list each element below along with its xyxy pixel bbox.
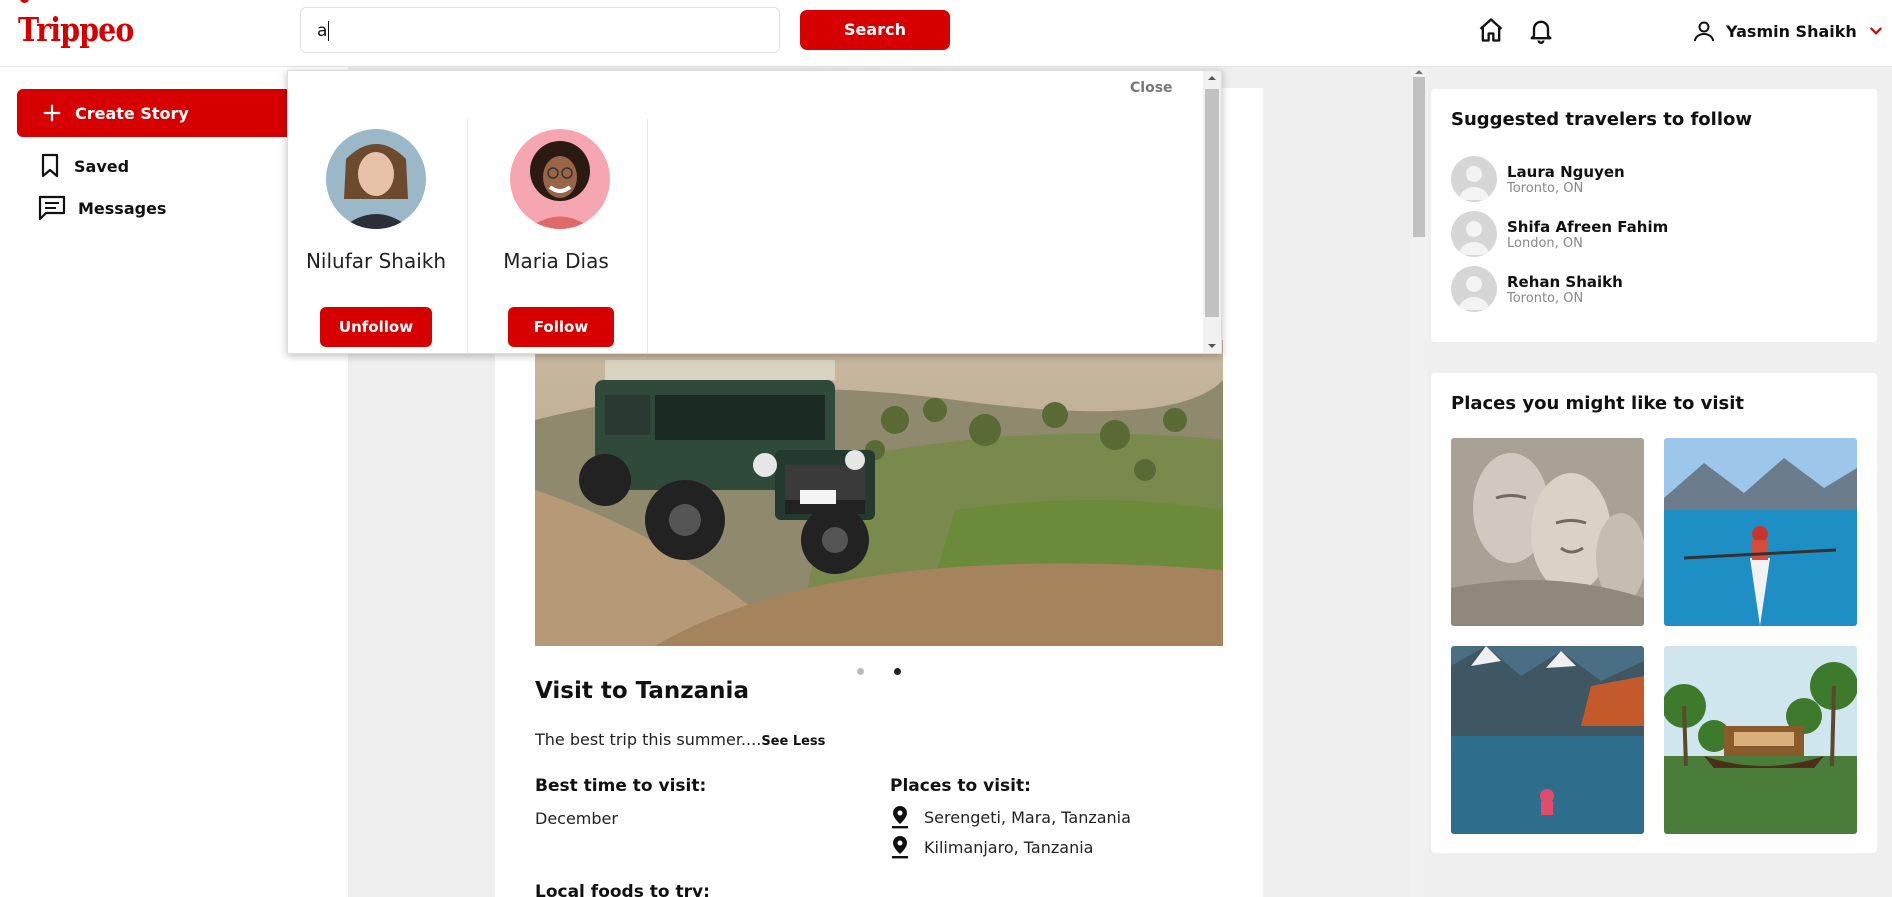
maria-avatar-image xyxy=(510,129,610,229)
post-photo-safari-jeep[interactable] xyxy=(535,340,1223,646)
post-description: The best trip this summer....See Less xyxy=(535,730,825,749)
places-to-visit-label: Places to visit: xyxy=(890,776,1031,796)
results-scrollbar-thumb[interactable] xyxy=(1205,89,1219,317)
result-person-name[interactable]: Maria Dias xyxy=(468,249,644,273)
place-photo-houseboat[interactable] xyxy=(1664,646,1857,834)
lake-kayak-image xyxy=(1664,438,1857,626)
default-avatar-icon xyxy=(1459,276,1489,310)
search-results-dropdown: Close Nilufar Shaikh Unfollow Maria Dias… xyxy=(287,70,1222,354)
default-avatar-icon xyxy=(1459,166,1489,200)
home-icon[interactable] xyxy=(1477,16,1505,44)
user-icon xyxy=(1694,21,1714,42)
traveler-location: Toronto, ON xyxy=(1507,290,1584,306)
avatar-placeholder xyxy=(1451,156,1497,202)
avatar[interactable] xyxy=(510,129,610,229)
traveler-location: Toronto, ON xyxy=(1507,180,1584,196)
carousel-dot-active[interactable] xyxy=(894,668,901,675)
avatar-placeholder xyxy=(1451,211,1497,257)
suggested-traveler[interactable]: Rehan Shaikh Toronto, ON xyxy=(1451,266,1623,312)
traveler-location: London, ON xyxy=(1507,235,1583,251)
logo-pin-icon xyxy=(20,0,29,3)
result-person-name[interactable]: Nilufar Shaikh xyxy=(288,249,464,273)
plus-icon xyxy=(43,104,61,122)
user-menu[interactable]: Yasmin Shaikh xyxy=(1692,16,1885,46)
page-scrollbar-thumb[interactable] xyxy=(1413,77,1425,237)
avatar-placeholder xyxy=(1451,266,1497,312)
traveler-name[interactable]: Laura Nguyen xyxy=(1507,163,1625,181)
mountain-lake-image xyxy=(1451,646,1644,834)
place-item: Serengeti, Mara, Tanzania xyxy=(890,805,1131,829)
safari-jeep-image xyxy=(535,340,1223,646)
sidebar-item-messages[interactable]: Messages xyxy=(38,195,166,221)
results-scrollbar[interactable] xyxy=(1203,71,1221,353)
logo-text: Trippeo xyxy=(18,10,134,49)
search-button[interactable]: Search xyxy=(800,10,950,50)
location-pin-icon xyxy=(892,836,908,859)
scroll-down-arrow-icon[interactable] xyxy=(1203,339,1221,353)
text-caret xyxy=(328,21,330,41)
suggested-traveler[interactable]: Shifa Afreen Fahim London, ON xyxy=(1451,211,1668,257)
search-result-person: Nilufar Shaikh Unfollow xyxy=(288,119,468,353)
scroll-up-arrow-icon[interactable] xyxy=(1203,71,1221,85)
place-photo-mountain-lake[interactable] xyxy=(1451,646,1644,834)
trippeo-logo[interactable]: Trippeo xyxy=(18,10,134,49)
search-result-person: Maria Dias Follow xyxy=(468,119,648,353)
best-time-value: December xyxy=(535,809,618,828)
houseboat-image xyxy=(1664,646,1857,834)
place-photo-mount-rushmore[interactable] xyxy=(1451,438,1644,626)
post-title: Visit to Tanzania xyxy=(535,678,749,704)
carousel-dot[interactable] xyxy=(857,668,864,675)
place-item: Kilimanjaro, Tanzania xyxy=(890,835,1093,859)
suggested-travelers-panel: Suggested travelers to follow Laura Nguy… xyxy=(1431,89,1877,342)
local-foods-label: Local foods to try: xyxy=(535,882,710,897)
traveler-name[interactable]: Shifa Afreen Fahim xyxy=(1507,218,1668,236)
search-input[interactable]: a xyxy=(300,7,780,53)
notification-bell-icon[interactable] xyxy=(1527,16,1555,44)
places-panel-title: Places you might like to visit xyxy=(1451,393,1744,414)
create-story-label: Create Story xyxy=(75,103,189,123)
scroll-up-arrow-icon[interactable] xyxy=(1410,67,1428,77)
message-icon xyxy=(38,195,66,221)
place-name: Kilimanjaro, Tanzania xyxy=(924,837,1094,857)
sidebar-item-label: Saved xyxy=(74,156,130,176)
bookmark-icon xyxy=(41,153,59,178)
mount-rushmore-image xyxy=(1451,438,1644,626)
location-pin-icon xyxy=(892,806,908,829)
follow-button[interactable]: Follow xyxy=(508,307,614,347)
page-scrollbar[interactable] xyxy=(1410,67,1428,897)
nilufar-avatar-image xyxy=(326,129,426,229)
best-time-label: Best time to visit: xyxy=(535,776,707,796)
sidebar-item-label: Messages xyxy=(78,198,167,218)
search-input-value: a xyxy=(317,21,328,41)
create-story-button[interactable]: Create Story xyxy=(17,89,317,137)
sidebar-item-saved[interactable]: Saved xyxy=(38,153,129,179)
post-text: The best trip this summer.... xyxy=(535,730,762,749)
avatar[interactable] xyxy=(326,129,426,229)
default-avatar-icon xyxy=(1459,221,1489,255)
traveler-name[interactable]: Rehan Shaikh xyxy=(1507,273,1623,291)
suggested-traveler[interactable]: Laura Nguyen Toronto, ON xyxy=(1451,156,1625,202)
suggested-travelers-title: Suggested travelers to follow xyxy=(1451,109,1753,130)
place-name: Serengeti, Mara, Tanzania xyxy=(924,807,1131,827)
unfollow-button[interactable]: Unfollow xyxy=(320,307,432,347)
place-photo-lake-kayak[interactable] xyxy=(1664,438,1857,626)
see-less-link[interactable]: See Less xyxy=(761,734,825,749)
user-name: Yasmin Shaikh xyxy=(1726,21,1857,41)
top-bar: Trippeo a Search Yasmin Shaikh xyxy=(0,0,1892,67)
chevron-down-icon xyxy=(1869,27,1882,35)
close-results-button[interactable]: Close xyxy=(1130,80,1173,96)
